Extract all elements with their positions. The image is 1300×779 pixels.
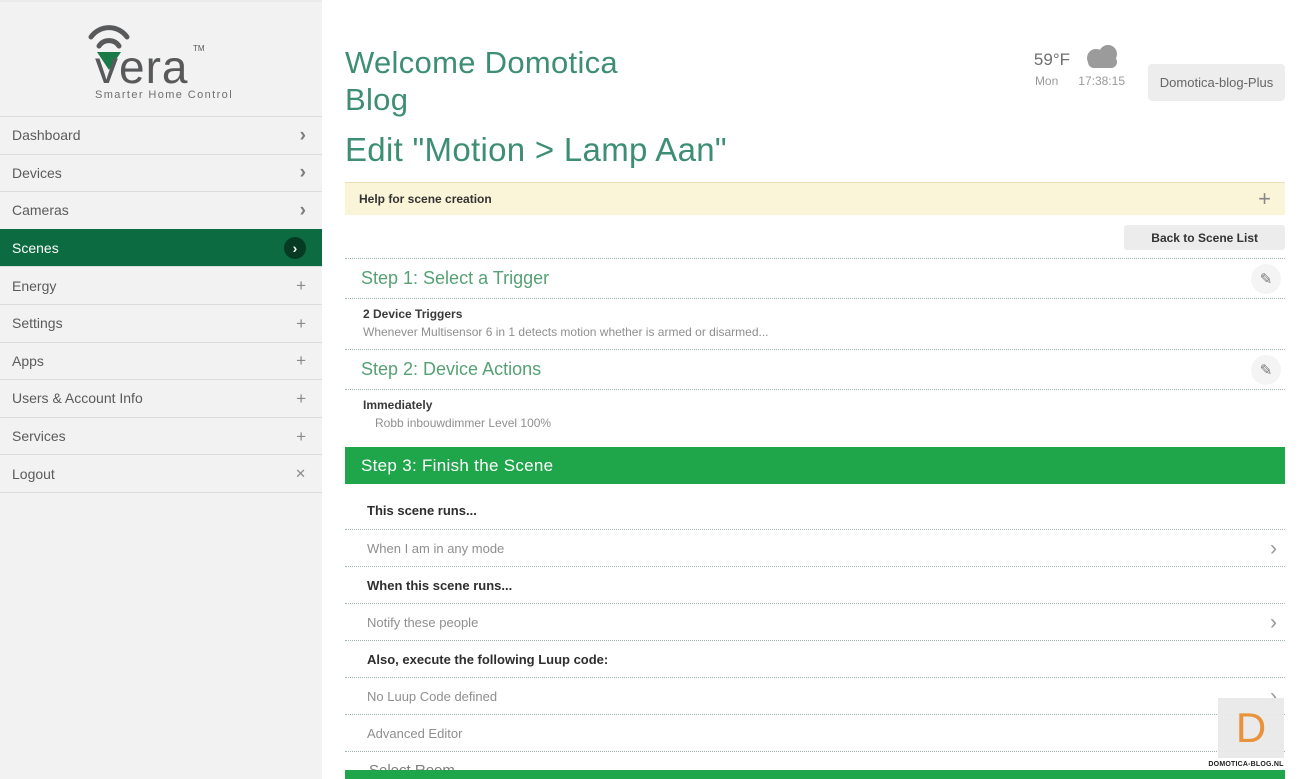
action-timing: Immediately — [363, 398, 1285, 412]
sidebar-item-services[interactable]: Services + — [0, 417, 322, 455]
cloud-icon — [1079, 42, 1125, 70]
logo-tagline: Smarter Home Control — [95, 89, 233, 101]
chevron-right-icon: › — [300, 126, 306, 145]
pencil-icon: ✎ — [1260, 270, 1273, 288]
sidebar-item-label: Dashboard — [12, 127, 81, 143]
sidebar-item-label: Settings — [12, 315, 63, 331]
sidebar-nav: Dashboard › Devices › Cameras › Scenes ›… — [0, 116, 322, 493]
trigger-description: Whenever Multisensor 6 in 1 detects moti… — [363, 325, 1285, 339]
back-to-scene-list-button[interactable]: Back to Scene List — [1124, 225, 1285, 250]
action-description: Robb inbouwdimmer Level 100% — [375, 416, 1285, 430]
close-icon: ✕ — [295, 467, 306, 480]
step1-summary: 2 Device Triggers Whenever Multisensor 6… — [345, 299, 1285, 350]
sidebar-item-label: Logout — [12, 466, 55, 482]
sidebar-item-logout[interactable]: Logout ✕ — [0, 454, 322, 492]
chevron-right-icon: › — [1270, 612, 1277, 633]
temperature-value: 59°F — [1034, 50, 1070, 70]
plus-icon: + — [296, 315, 306, 332]
luup-code-label: Also, execute the following Luup code: — [345, 641, 1285, 678]
plus-icon: + — [296, 390, 306, 407]
vera-logo: vera TM Smarter Home Control — [0, 2, 322, 116]
chevron-right-icon: › — [300, 163, 306, 182]
plus-icon: + — [296, 352, 306, 369]
step1-header: Step 1: Select a Trigger ✎ — [345, 259, 1285, 299]
step3-title: Step 3: Finish the Scene — [361, 456, 553, 476]
sidebar-item-label: Users & Account Info — [12, 390, 143, 406]
sidebar-item-energy[interactable]: Energy + — [0, 266, 322, 304]
sidebar-item-label: Scenes — [12, 240, 59, 256]
page-header: Welcome Domotica Blog 59°F Mon 17:38:15 … — [345, 0, 1285, 118]
sidebar-item-label: Services — [12, 428, 66, 444]
logo-trademark: TM — [193, 44, 205, 53]
domotica-blog-watermark: D — [1218, 698, 1284, 758]
luup-code-row[interactable]: No Luup Code defined › — [345, 678, 1285, 715]
step2-summary: Immediately Robb inbouwdimmer Level 100% — [345, 390, 1285, 447]
welcome-heading: Welcome Domotica Blog — [345, 44, 645, 118]
trigger-count: 2 Device Triggers — [363, 307, 1285, 321]
advanced-editor-row[interactable]: Advanced Editor — [345, 715, 1285, 752]
expand-plus-icon: + — [1258, 186, 1271, 212]
toolbar: Back to Scene List — [345, 225, 1285, 250]
sidebar-item-label: Apps — [12, 353, 44, 369]
logo-wordmark: vera — [95, 41, 188, 93]
page-title: Edit "Motion > Lamp Aan" — [345, 131, 1285, 169]
sidebar-item-dashboard[interactable]: Dashboard › — [0, 116, 322, 154]
chevron-right-icon: › — [1270, 538, 1277, 559]
sidebar-item-label: Cameras — [12, 202, 69, 218]
scene-steps: Step 1: Select a Trigger ✎ 2 Device Trig… — [345, 258, 1285, 779]
help-accordion-label: Help for scene creation — [359, 192, 492, 206]
logo-arc-outer — [91, 28, 127, 37]
plus-icon: + — [296, 277, 306, 294]
notify-people-row[interactable]: Notify these people › — [345, 604, 1285, 641]
main-area: Welcome Domotica Blog 59°F Mon 17:38:15 … — [322, 0, 1300, 779]
step2-title: Step 2: Device Actions — [361, 359, 541, 380]
weather-widget: 59°F Mon 17:38:15 — [1034, 42, 1125, 88]
sidebar-item-apps[interactable]: Apps + — [0, 342, 322, 380]
sidebar-item-label: Devices — [12, 165, 62, 181]
chevron-right-icon: › — [284, 237, 306, 259]
sidebar-item-scenes[interactable]: Scenes › — [0, 229, 322, 267]
sidebar-item-devices[interactable]: Devices › — [0, 154, 322, 192]
controller-select-button[interactable]: Domotica-blog-Plus — [1148, 64, 1285, 101]
sidebar-item-cameras[interactable]: Cameras › — [0, 191, 322, 229]
mode-selector-row[interactable]: When I am in any mode › — [345, 530, 1285, 567]
sidebar: vera TM Smarter Home Control Dashboard ›… — [0, 0, 322, 779]
domotica-blog-logo: D — [1236, 704, 1266, 752]
pencil-icon: ✎ — [1260, 361, 1273, 379]
chevron-right-icon: › — [300, 201, 306, 220]
day-label: Mon — [1035, 74, 1058, 88]
sidebar-item-settings[interactable]: Settings + — [0, 304, 322, 342]
when-scene-runs-label: When this scene runs... — [345, 567, 1285, 604]
finish-rows: This scene runs... When I am in any mode… — [345, 484, 1285, 779]
domotica-blog-watermark-label: DOMOTICA-BLOG.NL — [1205, 761, 1287, 768]
bottom-green-bar — [345, 770, 1285, 779]
edit-trigger-button[interactable]: ✎ — [1251, 264, 1281, 294]
help-accordion[interactable]: Help for scene creation + — [345, 182, 1285, 215]
step1-title: Step 1: Select a Trigger — [361, 268, 549, 289]
edit-actions-button[interactable]: ✎ — [1251, 355, 1281, 385]
plus-icon: + — [296, 428, 306, 445]
vera-logo-image: vera TM Smarter Home Control — [71, 15, 251, 103]
clock: 17:38:15 — [1078, 74, 1125, 88]
scene-runs-label: This scene runs... — [345, 484, 1285, 530]
sidebar-item-label: Energy — [12, 278, 56, 294]
step2-header: Step 2: Device Actions ✎ — [345, 350, 1285, 390]
sidebar-item-users-account[interactable]: Users & Account Info + — [0, 379, 322, 417]
step3-header: Step 3: Finish the Scene — [345, 447, 1285, 484]
